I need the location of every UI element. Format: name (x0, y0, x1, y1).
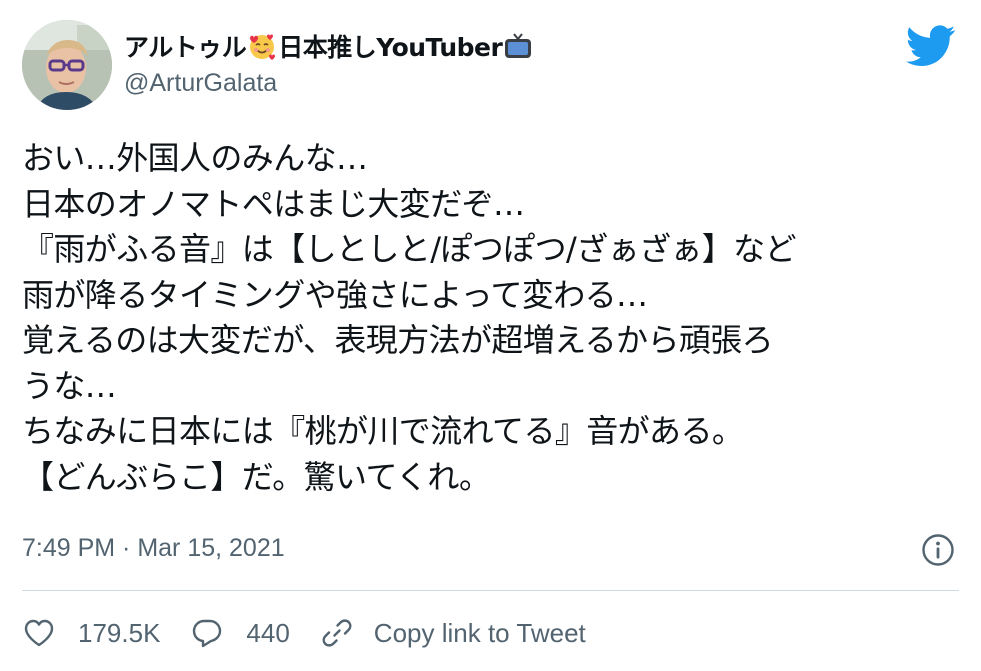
tweet-line: ちなみに日本には『桃が川で流れてる』音がある。 (22, 412, 744, 450)
tweet-actions: 179.5K 440 Copy link to Tweet (22, 611, 616, 655)
avatar[interactable] (22, 20, 112, 110)
divider (22, 590, 959, 591)
reply-count: 440 (246, 617, 290, 648)
tweet-line: 【どんぶらこ】だ。驚いてくれ。 (22, 457, 491, 496)
smiling-face-with-hearts-icon (247, 31, 277, 61)
tweet-line: 覚えるのは大変だが、表現方法が超増えるから頑張ろ (22, 321, 774, 359)
like-count: 179.5K (78, 617, 161, 648)
like-button[interactable]: 179.5K (22, 616, 160, 650)
twitter-bird-icon[interactable] (905, 24, 956, 68)
display-name-suffix[interactable]: 日本推しYouTuber (278, 28, 503, 64)
television-icon (503, 31, 533, 61)
tweet-text: おい…外国人のみんな… 日本のオノマトペはまじ大変だぞ… 『雨がふる音』は【しとしと… (22, 136, 967, 500)
display-name-row[interactable]: アルトゥル 日本推しYouTuber (124, 28, 534, 64)
copy-link-label: Copy link to Tweet (373, 617, 586, 648)
tweet-line: 『雨がふる音』は【しとしと/ぽつぽつ/ざぁざぁ】など (22, 230, 797, 268)
link-icon (322, 619, 352, 647)
tweet-card: アルトゥル 日本推しYouTuber @ArturGalata おい…外国人のみ… (0, 0, 981, 671)
reply-icon (193, 619, 222, 648)
reply-button[interactable]: 440 (190, 616, 290, 650)
copy-link-button[interactable]: Copy link to Tweet (320, 616, 586, 650)
tweet-timestamp[interactable]: 7:49 PM · Mar 15, 2021 (22, 534, 285, 563)
info-icon[interactable] (921, 533, 955, 567)
tweet-line: 雨が降るタイミングや強さによって変わる… (22, 275, 648, 314)
display-name-prefix[interactable]: アルトゥル (124, 28, 247, 64)
tweet-line: 日本のオノマトペはまじ大変だぞ… (22, 184, 525, 223)
heart-icon (24, 619, 54, 647)
user-handle[interactable]: @ArturGalata (124, 69, 277, 98)
tweet-line: うな… (22, 366, 117, 405)
tweet-line: おい…外国人のみんな… (22, 139, 368, 177)
